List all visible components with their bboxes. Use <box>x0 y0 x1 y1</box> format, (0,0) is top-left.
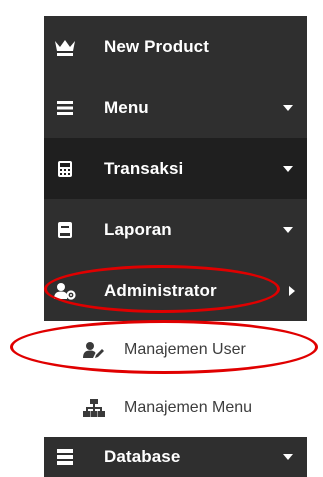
sidebar-item-laporan[interactable]: Laporan <box>44 199 307 260</box>
sidebar-item-database[interactable]: Database <box>44 437 307 477</box>
sidebar-item-transaksi[interactable]: Transaksi <box>44 138 307 199</box>
sidebar-item-label: New Product <box>104 36 210 56</box>
sidebar-item-label: Menu <box>104 97 149 117</box>
submenu-item-manajemen-user[interactable]: Manajemen User <box>44 321 307 379</box>
server-icon <box>54 446 76 468</box>
chevron-down-icon <box>283 165 293 172</box>
submenu-item-label: Manajemen Menu <box>124 399 253 416</box>
sidebar-item-administrator[interactable]: Administrator <box>44 260 307 321</box>
book-icon <box>54 219 76 241</box>
sidebar-item-label: Database <box>104 447 181 466</box>
list-icon <box>54 97 76 119</box>
crown-icon <box>54 36 76 58</box>
sidebar-item-label: Laporan <box>104 219 172 239</box>
submenu-item-label: Manajemen User <box>124 341 246 358</box>
users-cog-icon <box>54 280 76 302</box>
chevron-down-icon <box>283 226 293 233</box>
sidebar-item-label: Transaksi <box>104 158 184 178</box>
submenu-item-manajemen-menu[interactable]: Manajemen Menu <box>44 379 307 437</box>
chevron-down-icon <box>283 454 293 460</box>
sidebar-item-label: Administrator <box>104 280 217 300</box>
chevron-down-icon <box>283 104 293 111</box>
chevron-right-icon <box>289 285 295 296</box>
sidebar: New Product Menu Transaksi Laporan Admin… <box>44 16 307 477</box>
sitemap-icon <box>82 397 106 419</box>
sidebar-item-menu[interactable]: Menu <box>44 77 307 138</box>
sidebar-item-new-product[interactable]: New Product <box>44 16 307 77</box>
user-edit-icon <box>82 339 106 361</box>
calculator-icon <box>54 158 76 180</box>
